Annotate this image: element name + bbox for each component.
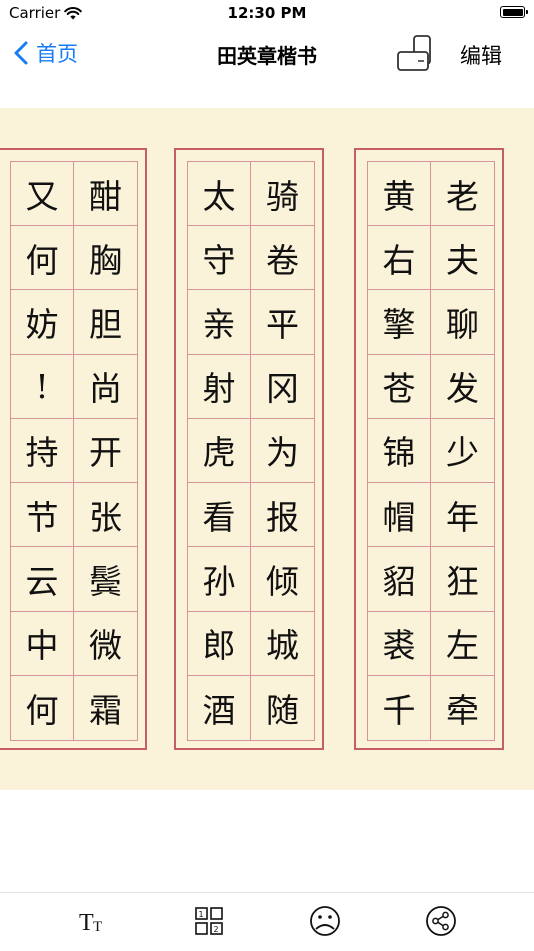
character-cell: 胸 <box>74 226 137 291</box>
back-label: 首页 <box>36 42 78 66</box>
character-cell: 骑 <box>251 162 314 227</box>
character-cell: 节 <box>11 483 74 548</box>
battery-icon <box>500 6 528 18</box>
character-cell: 平 <box>251 290 314 355</box>
status-bar: Carrier 12:30 PM <box>0 0 534 28</box>
nav-bar: 首页 田英章楷书 编辑 <box>0 30 534 78</box>
character-cell: 黄 <box>368 162 431 227</box>
bottom-toolbar: T T 1 2 <box>0 892 534 951</box>
font-size-icon: T T <box>79 910 102 936</box>
page-title: 田英章楷书 <box>217 44 317 68</box>
grid-layout-icon: 1 2 <box>195 907 223 935</box>
character-grid: 又酣何胸妨胆! 尚持开节张云鬓中微何霜 <box>10 161 138 741</box>
share-button[interactable] <box>423 903 459 939</box>
character-cell: 狂 <box>431 547 494 612</box>
calligraphy-panel[interactable]: 又酣何胸妨胆! 尚持开节张云鬓中微何霜 <box>0 148 147 750</box>
character-cell: 报 <box>251 483 314 548</box>
character-cell: 太 <box>188 162 251 227</box>
calligraphy-panel[interactable]: 太骑守卷亲平射冈虎为看报孙倾郎城酒随 <box>174 148 324 750</box>
calligraphy-panel[interactable]: 黄老右夫擎聊苍发锦少帽年貂狂裘左千牵 <box>354 148 504 750</box>
character-cell: 妨 <box>11 290 74 355</box>
character-cell: 老 <box>431 162 494 227</box>
character-cell: 守 <box>188 226 251 291</box>
character-cell: 持 <box>11 418 74 484</box>
character-cell: 随 <box>266 690 299 730</box>
character-cell: 郎 <box>188 611 251 676</box>
character-cell: 擎 <box>368 290 431 355</box>
device-rotate-button[interactable] <box>396 34 436 74</box>
character-cell: 牵 <box>446 690 479 730</box>
character-cell: 貂 <box>368 547 431 612</box>
character-cell: 酒 <box>188 675 251 740</box>
character-cell: 胆 <box>74 290 137 355</box>
character-cell: 看 <box>188 483 251 548</box>
character-cell: ! <box>11 354 74 419</box>
face-button[interactable] <box>307 903 343 939</box>
character-cell: 微 <box>74 612 137 676</box>
grid-digit: 1 <box>199 910 204 919</box>
character-cell: 卷 <box>251 226 314 291</box>
back-button[interactable]: 首页 <box>14 38 78 68</box>
character-cell: 苍 <box>368 354 431 419</box>
character-cell: 裘 <box>368 611 431 676</box>
font-glyph-small: T <box>93 919 102 935</box>
character-cell: 聊 <box>431 290 494 355</box>
character-cell: 冈 <box>251 355 314 419</box>
character-cell: 射 <box>188 354 251 419</box>
character-cell: 又 <box>11 162 74 227</box>
character-cell: 何 <box>11 226 74 291</box>
character-cell: 发 <box>431 355 494 419</box>
character-cell: 少 <box>431 419 494 484</box>
character-cell: 右 <box>368 226 431 291</box>
grid-digit: 2 <box>214 925 219 934</box>
font-size-button[interactable]: T T <box>74 903 110 939</box>
status-time: 12:30 PM <box>227 4 307 22</box>
character-cell: 倾 <box>251 547 314 612</box>
character-cell: 帽 <box>368 483 431 548</box>
grid-layout-button[interactable]: 1 2 <box>191 903 227 939</box>
character-cell: 千 <box>368 675 431 740</box>
character-cell: 孙 <box>188 547 251 612</box>
device-rotate-icon <box>397 35 431 71</box>
edit-button[interactable]: 编辑 <box>460 40 502 70</box>
character-cell: 鬓 <box>74 547 137 612</box>
character-grid: 太骑守卷亲平射冈虎为看报孙倾郎城酒随 <box>187 161 315 741</box>
character-cell: 中 <box>11 611 74 676</box>
character-cell: 虎 <box>188 418 251 484</box>
character-cell: 城 <box>251 612 314 676</box>
share-icon <box>426 906 456 936</box>
character-cell: 夫 <box>431 226 494 291</box>
font-glyph-big: T <box>79 910 94 936</box>
character-cell: 何 <box>11 675 74 740</box>
calligraphy-canvas: 又酣何胸妨胆! 尚持开节张云鬓中微何霜 太骑守卷亲平射冈虎为看报孙倾郎城酒随 黄老… <box>0 108 534 790</box>
character-cell: 左 <box>431 612 494 676</box>
character-cell: 开 <box>74 419 137 484</box>
character-cell: 为 <box>251 419 314 484</box>
character-cell: 年 <box>431 483 494 548</box>
character-cell: 亲 <box>188 290 251 355</box>
character-cell: 云 <box>11 547 74 612</box>
character-grid: 黄老右夫擎聊苍发锦少帽年貂狂裘左千牵 <box>367 161 495 741</box>
character-cell: 锦 <box>368 418 431 484</box>
character-cell: 张 <box>74 483 137 548</box>
character-cell: 尚 <box>74 355 137 419</box>
chevron-left-icon <box>14 41 28 65</box>
character-cell: 霜 <box>89 690 122 730</box>
character-cell: 酣 <box>74 162 137 227</box>
face-icon <box>310 906 340 936</box>
